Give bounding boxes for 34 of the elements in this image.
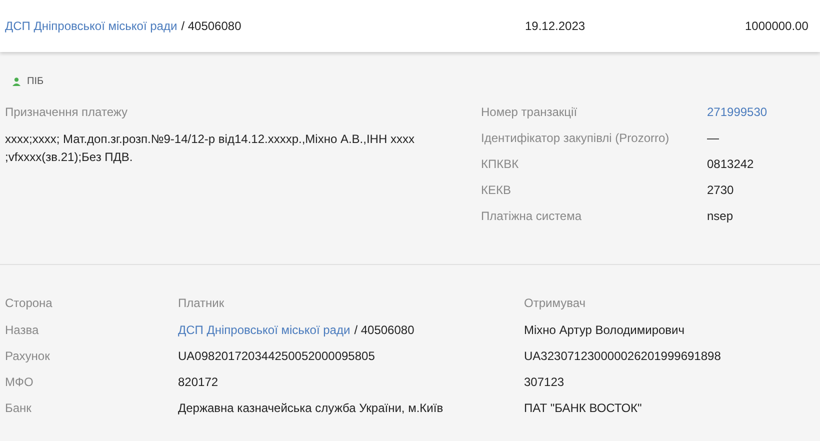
detail-label: Ідентифікатор закупівлі (Prozorro) [481, 130, 670, 147]
detail-value: 2730 [707, 182, 734, 199]
payer-link[interactable]: ДСП Дніпровської міської ради [178, 321, 350, 339]
detail-value: — [707, 130, 719, 147]
payment-amount: 1000000.00 [745, 18, 808, 35]
recipient-value: 307123 [524, 374, 564, 391]
column-header: Платник [178, 295, 226, 312]
detail-label: Платіжна система [481, 208, 583, 225]
row-label: Рахунок [5, 348, 51, 365]
detail-label: КЕКВ [481, 182, 512, 199]
tag-label: ПІБ [27, 75, 44, 89]
purpose-text: xxxx;xxxx; Мат.доп.зг.розп.№9-14/12-р від14.12.xxxxр.,Міхно А.В.,ІНН xxxx ;vfxxxx(зв.21);Без ПДВ. [5, 131, 416, 166]
purpose-label: Призначення платежу [5, 104, 129, 121]
payment-date: 19.12.2023 [525, 18, 586, 35]
payer-value: UA098201720344250052000095805 [178, 348, 375, 365]
person-icon [12, 77, 21, 86]
column-header: Сторона [5, 295, 54, 312]
row-label: Назва [5, 322, 40, 339]
row-label: Банк [5, 400, 32, 417]
payer-link[interactable]: ДСП Дніпровської міської ради [5, 17, 178, 35]
recipient-value: ПАТ "БАНК ВОСТОК" [524, 400, 642, 417]
payer-code: / 40506080 [181, 18, 242, 35]
detail-label: КПКВК [481, 156, 520, 173]
row-label: МФО [5, 374, 34, 391]
recipient-value: UA323071230000026201999691898 [524, 348, 721, 365]
payer-value: 820172 [178, 374, 218, 391]
detail-value: 0813242 [707, 156, 754, 173]
payer-code: / 40506080 [354, 322, 414, 339]
payer-value: Державна казначейська служба України, м.Київ [178, 400, 444, 417]
detail-link[interactable]: 271999530 [707, 103, 768, 121]
detail-value: nsep [707, 208, 734, 225]
recipient-value: Міхно Артур Володимирович [524, 322, 685, 339]
detail-label: Номер транзакції [481, 104, 578, 121]
column-header: Отримувач [524, 295, 586, 312]
